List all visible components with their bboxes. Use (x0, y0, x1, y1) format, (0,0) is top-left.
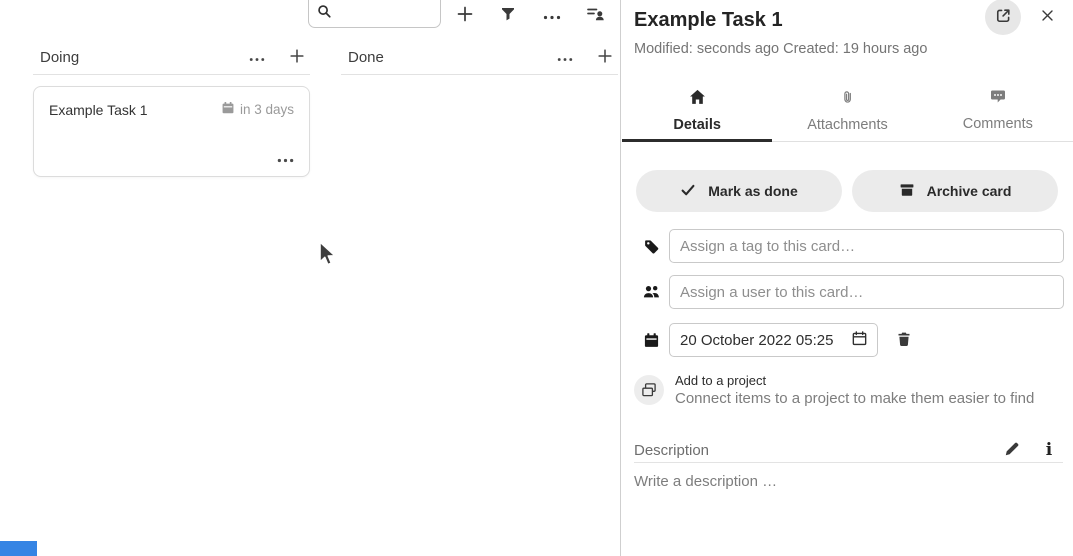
funnel-icon (500, 6, 516, 25)
project-stack-icon (634, 375, 664, 405)
filter-button[interactable] (493, 1, 523, 29)
plus-icon (455, 4, 475, 27)
info-icon: i (1046, 440, 1052, 460)
edit-description-button[interactable] (1000, 438, 1024, 462)
close-icon (1040, 8, 1055, 26)
column-divider (33, 74, 310, 75)
board-menu-button[interactable] (537, 1, 567, 29)
column-doing-add-button[interactable] (284, 44, 310, 70)
plus-icon (288, 47, 306, 68)
description-label: Description (634, 442, 1000, 459)
archive-card-button[interactable]: Archive card (852, 170, 1058, 212)
add-to-project-row[interactable]: Add to a project Connect items to a proj… (634, 373, 1034, 407)
assign-user-row (634, 275, 1064, 309)
open-external-icon (995, 7, 1012, 27)
due-date-value: 20 October 2022 05:25 (680, 332, 846, 349)
app-window: Doing Example Task 1 in (0, 0, 1073, 556)
add-card-button[interactable] (450, 1, 480, 29)
selection-highlight-artifact (0, 541, 37, 556)
column-done-add-button[interactable] (592, 44, 618, 70)
trash-icon (896, 331, 912, 350)
tab-details[interactable]: Details (622, 83, 772, 141)
close-panel-button[interactable] (1035, 5, 1059, 29)
comment-icon (990, 89, 1006, 108)
panel-tabs: Details Attachments Comments (622, 83, 1073, 142)
description-placeholder[interactable]: Write a description … (634, 473, 777, 490)
archive-icon (899, 182, 915, 201)
card-detail-panel: Example Task 1 Modified: seconds ago Cre… (620, 0, 1073, 556)
description-divider (634, 462, 1063, 463)
column-header-doing: Doing (33, 44, 310, 70)
column-divider (341, 74, 618, 75)
assign-user-input[interactable] (669, 275, 1064, 309)
calendar-icon (634, 332, 669, 349)
column-done-menu-button[interactable] (552, 44, 578, 70)
card-title: Example Task 1 (49, 102, 148, 118)
paperclip-icon (840, 89, 855, 109)
card-menu-button[interactable] (273, 149, 297, 167)
add-to-project-title: Add to a project (675, 373, 1034, 388)
remove-due-date-button[interactable] (891, 327, 917, 353)
search-input[interactable] (338, 6, 428, 22)
open-date-picker-button[interactable] (846, 327, 872, 353)
card-due-date: in 3 days (221, 101, 294, 118)
check-icon (680, 182, 696, 201)
tab-comments[interactable]: Comments (923, 83, 1073, 141)
add-to-project-subtitle: Connect items to a project to make them … (675, 390, 1034, 407)
panel-title: Example Task 1 (634, 9, 783, 32)
calendar-outline-icon (846, 330, 872, 350)
ellipsis-icon (543, 8, 561, 23)
card-example-task-1[interactable]: Example Task 1 in 3 days (33, 86, 310, 177)
description-info-button[interactable]: i (1037, 438, 1061, 462)
pencil-icon (1004, 441, 1020, 460)
tag-icon (634, 238, 669, 255)
card-actions: Mark as done Archive card (636, 170, 1058, 212)
search-icon (317, 4, 332, 24)
assignee-filter-button[interactable] (580, 1, 610, 29)
tab-attachments[interactable]: Attachments (772, 83, 922, 141)
mouse-cursor-icon (316, 240, 336, 273)
due-date-field[interactable]: 20 October 2022 05:25 (669, 323, 878, 357)
due-date-row: 20 October 2022 05:25 (634, 323, 917, 357)
ellipsis-icon (249, 50, 265, 65)
panel-meta: Modified: seconds ago Created: 19 hours … (634, 41, 927, 57)
search-input-wrapper[interactable] (308, 0, 441, 28)
column-header-done: Done (341, 44, 618, 70)
users-icon (634, 284, 669, 300)
column-title: Doing (33, 49, 244, 66)
mark-as-done-button[interactable]: Mark as done (636, 170, 842, 212)
assign-tag-input[interactable] (669, 229, 1064, 263)
open-in-new-window-button[interactable] (985, 0, 1021, 35)
column-doing-menu-button[interactable] (244, 44, 270, 70)
calendar-icon (221, 101, 235, 118)
description-header: Description i (634, 438, 1061, 462)
assign-tag-row (634, 229, 1064, 263)
ellipsis-icon (277, 151, 294, 166)
user-list-icon (586, 5, 605, 25)
ellipsis-icon (557, 50, 573, 65)
home-icon (689, 89, 706, 109)
column-title: Done (341, 49, 552, 66)
plus-icon (596, 47, 614, 68)
